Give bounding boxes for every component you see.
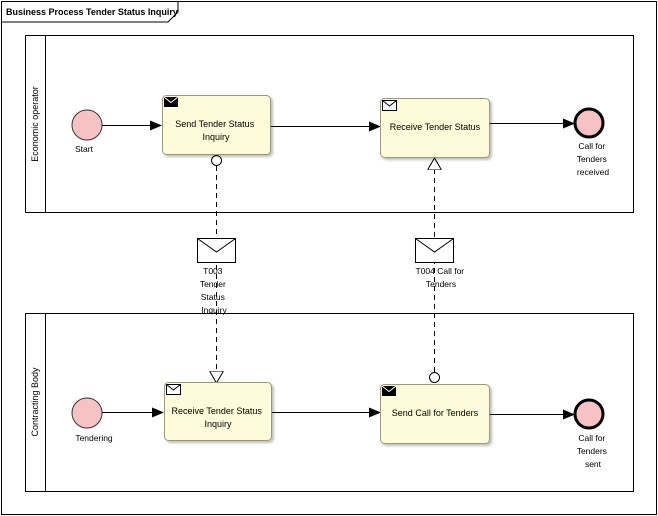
frame-title: Business Process Tender Status Inquiry (6, 7, 178, 17)
message-label-line: T004 Call for (415, 266, 464, 276)
end-event-label-line: Call for (578, 141, 605, 151)
task-send-tender-status-inquiry[interactable]: Send Tender Status Inquiry (162, 95, 271, 155)
message-label-line: T003 (203, 266, 223, 276)
message-label-line: Tender (200, 279, 226, 289)
task-label-line: Receive Tender Status (390, 122, 481, 132)
end-event-label-line: Call for (578, 433, 605, 443)
task-label: Send Call for Tenders (392, 408, 479, 418)
end-event-label-line: Tenders (577, 154, 607, 164)
task-label-line: Inquiry (204, 419, 232, 429)
pool-label-economic-operator: Economic operator (30, 86, 40, 162)
pool-contracting-body: Contracting Body (25, 313, 634, 492)
end-event-label-line: Tenders (577, 446, 607, 456)
message-flow-origin (211, 155, 222, 166)
end-event-label-line: sent (585, 459, 602, 469)
message-label-line: Status (201, 292, 225, 302)
task-receive-tender-status-inquiry[interactable]: Receive Tender Status Inquiry (164, 382, 272, 441)
message-label-line: Tenders (426, 279, 456, 289)
message-flow-origin (429, 372, 440, 383)
bpmn-diagram: Business Process Tender Status Inquiry E… (1, 1, 657, 515)
task-label-line: Send Tender Status (175, 119, 254, 129)
task-send-call-for-tenders[interactable]: Send Call for Tenders (380, 384, 490, 444)
start-event-label: Start (75, 144, 94, 154)
pool-label-contracting-body: Contracting Body (30, 367, 40, 437)
start-event-label: Tendering (75, 433, 113, 443)
task-label-line: Inquiry (202, 132, 230, 142)
end-event-label: Call for Tenders received (577, 141, 610, 177)
end-event-label-line: received (577, 167, 609, 177)
task-label: Receive Tender Status (390, 122, 481, 132)
task-receive-tender-status[interactable]: Receive Tender Status (380, 98, 490, 158)
task-label-line: Receive Tender Status (172, 406, 263, 416)
message-label-line: Inquiry (201, 305, 227, 315)
task-label-line: Send Call for Tenders (392, 408, 479, 418)
